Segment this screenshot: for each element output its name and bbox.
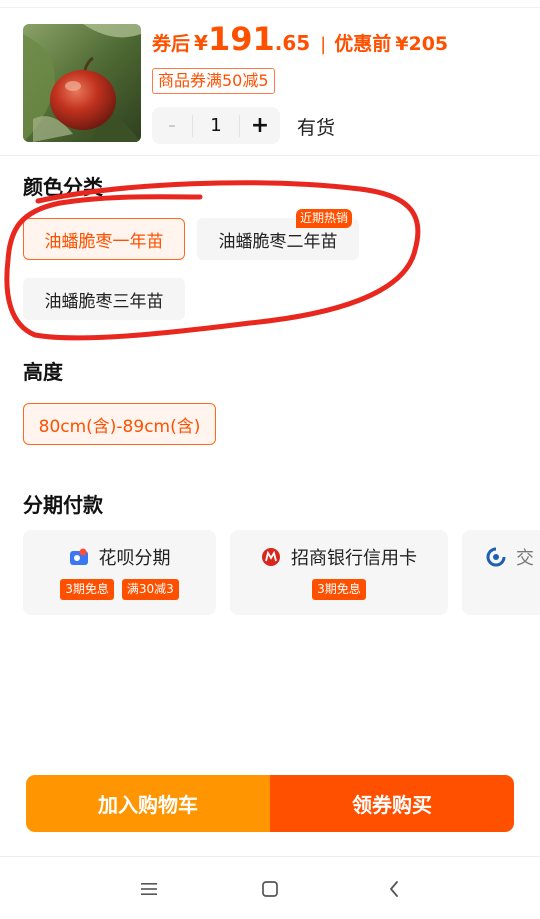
installment-card-partial[interactable]: 交 — [462, 530, 540, 615]
installment-name: 交 — [516, 548, 534, 569]
price-integer: 191 — [207, 20, 275, 58]
price-row: 券后 ¥ 191 .65 | 优惠前 ¥205 — [152, 20, 448, 60]
increase-button[interactable]: + — [240, 107, 280, 144]
buy-button[interactable]: 领券购买 — [270, 775, 514, 832]
hot-sale-badge: 近期热销 — [296, 209, 353, 228]
installment-badge: 3期免息 — [60, 579, 114, 600]
system-nav-bar — [0, 857, 540, 919]
option-color-3[interactable]: 油蟠脆枣三年苗 — [23, 278, 185, 320]
cmb-bank-icon — [261, 547, 281, 567]
quantity-stepper: - 1 + — [152, 107, 280, 144]
bank-icon — [486, 547, 506, 567]
decrease-button[interactable]: - — [152, 107, 192, 144]
original-price-label: 优惠前 — [334, 33, 392, 55]
menu-icon[interactable] — [134, 874, 164, 904]
action-bar: 加入购物车 领券购买 — [26, 775, 514, 832]
divider — [0, 155, 540, 156]
installment-badge: 3期免息 — [312, 579, 366, 600]
top-strip — [0, 0, 540, 8]
original-price: ¥205 — [395, 33, 449, 55]
installment-card-huabei[interactable]: 花呗分期 3期免息 满30减3 — [23, 530, 216, 615]
color-section-title: 颜色分类 — [23, 175, 103, 199]
huabei-icon — [69, 547, 89, 567]
price-separator: | — [320, 34, 327, 55]
annotation-circle — [4, 180, 421, 341]
installment-name: 花呗分期 — [98, 548, 171, 569]
coupon-tag[interactable]: 商品券满50减5 — [152, 68, 275, 94]
option-height-1[interactable]: 80cm(含)-89cm(含) — [23, 403, 216, 445]
home-icon[interactable] — [255, 874, 285, 904]
product-thumbnail[interactable] — [23, 24, 141, 142]
price-prefix: 券后 — [152, 33, 191, 55]
installment-card-cmb[interactable]: 招商银行信用卡 3期免息 — [230, 530, 448, 615]
price-decimal: .65 — [274, 31, 311, 55]
installment-badge: 满30减3 — [121, 579, 179, 600]
add-to-cart-button[interactable]: 加入购物车 — [26, 775, 270, 832]
height-section-title: 高度 — [23, 360, 63, 384]
option-color-1[interactable]: 油蟠脆枣一年苗 — [23, 218, 185, 260]
back-icon[interactable] — [379, 874, 409, 904]
stock-status: 有货 — [297, 117, 336, 139]
installment-section-title: 分期付款 — [23, 493, 103, 517]
currency-symbol: ¥ — [194, 31, 208, 55]
installment-name: 招商银行信用卡 — [291, 548, 417, 569]
quantity-value[interactable]: 1 — [192, 114, 240, 137]
